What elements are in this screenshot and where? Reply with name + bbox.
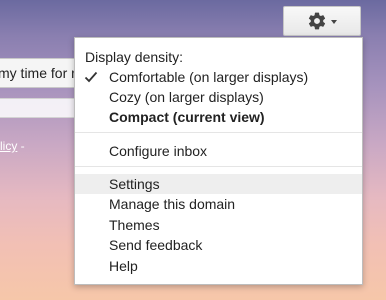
background-toolbar-bar (0, 98, 80, 118)
density-cozy-option[interactable]: Cozy (on larger displays) (75, 87, 362, 107)
background-footer-link-area: licy - (0, 139, 25, 153)
density-comfortable-label: Comfortable (on larger displays) (109, 69, 309, 85)
settings-item[interactable]: Settings (75, 174, 362, 194)
density-cozy-label: Cozy (on larger displays) (109, 89, 264, 105)
settings-label: Settings (109, 176, 160, 192)
send-feedback-label: Send feedback (109, 237, 203, 253)
display-density-heading: Display density: (85, 49, 184, 65)
background-policy-link[interactable]: licy (0, 139, 17, 153)
density-compact-option[interactable]: Compact (current view) (75, 107, 362, 127)
configure-inbox-label: Configure inbox (109, 143, 208, 159)
check-icon (84, 71, 98, 83)
menu-divider (75, 166, 362, 167)
background-search-text: my time for n (0, 65, 79, 81)
configure-inbox-item[interactable]: Configure inbox (75, 141, 362, 161)
settings-gear-button[interactable] (283, 6, 361, 36)
density-compact-label: Compact (current view) (109, 109, 265, 125)
themes-label: Themes (109, 217, 160, 233)
themes-item[interactable]: Themes (75, 215, 362, 235)
manage-domain-label: Manage this domain (109, 196, 236, 212)
menu-divider (75, 132, 362, 133)
help-item[interactable]: Help (75, 256, 362, 276)
manage-domain-item[interactable]: Manage this domain (75, 194, 362, 214)
settings-menu: Display density: Comfortable (on larger … (74, 37, 363, 285)
background-link-separator: - (17, 139, 25, 153)
gear-icon (307, 11, 327, 31)
send-feedback-item[interactable]: Send feedback (75, 235, 362, 255)
help-label: Help (109, 258, 138, 274)
density-comfortable-option[interactable]: Comfortable (on larger displays) (75, 67, 362, 87)
chevron-down-icon (331, 19, 337, 24)
